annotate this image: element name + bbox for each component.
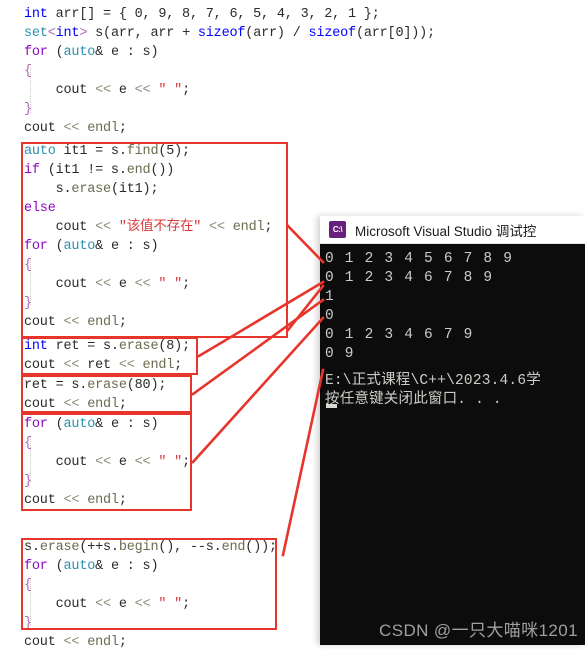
code-line[interactable]: cout << endl; (24, 316, 127, 330)
code-line[interactable]: for (auto& e : s) (24, 560, 159, 574)
code-line[interactable]: cout << endl; (24, 122, 127, 136)
code-line[interactable]: set<int> s(arr, arr + sizeof(arr) / size… (24, 27, 435, 41)
console-prompt-line: 按任意键关闭此窗口. . . (325, 392, 502, 408)
code-line[interactable]: { (24, 579, 32, 593)
code-editor-pane[interactable]: int arr[] = { 0, 9, 8, 7, 6, 5, 4, 3, 2,… (0, 0, 435, 650)
console-line: 0 9 (325, 346, 355, 362)
code-line[interactable]: cout << e << " "; (24, 84, 191, 98)
code-line[interactable]: { (24, 65, 32, 79)
console-title-text: Microsoft Visual Studio 调试控 (355, 223, 537, 239)
code-line[interactable]: cout << endl; (24, 398, 127, 412)
console-output-area[interactable]: 0 1 2 3 4 5 6 7 8 9 0 1 2 3 4 6 7 8 9 1 … (320, 244, 585, 645)
code-line[interactable]: } (24, 475, 32, 489)
code-line[interactable]: s.erase(it1); (24, 183, 159, 197)
code-line[interactable]: { (24, 259, 32, 273)
visual-studio-console-icon: C:\ (329, 221, 346, 238)
code-line[interactable]: for (auto& e : s) (24, 418, 159, 432)
code-line[interactable]: auto it1 = s.find(5); (24, 145, 190, 159)
console-line: 0 1 2 3 4 5 6 7 8 9 (325, 251, 514, 267)
code-line[interactable]: { (24, 437, 32, 451)
code-line[interactable]: else (24, 202, 56, 216)
console-line: 0 1 2 3 4 6 7 9 (325, 327, 474, 343)
code-line[interactable]: for (auto& e : s) (24, 46, 159, 60)
code-line[interactable]: cout << e << " "; (24, 598, 191, 612)
code-line[interactable]: s.erase(++s.begin(), --s.end()); (24, 541, 277, 555)
code-line[interactable]: } (24, 297, 32, 311)
csdn-watermark: CSDN @一只大喵咪1201 (379, 621, 578, 640)
code-line[interactable]: } (24, 103, 32, 117)
code-line[interactable]: cout << ret << endl; (24, 359, 182, 373)
code-line[interactable]: ret = s.erase(80); (24, 379, 166, 393)
console-line: 0 1 2 3 4 6 7 8 9 (325, 270, 494, 286)
code-line[interactable]: int arr[] = { 0, 9, 8, 7, 6, 5, 4, 3, 2,… (24, 8, 380, 22)
code-line[interactable]: for (auto& e : s) (24, 240, 159, 254)
console-line: 0 (325, 308, 335, 324)
console-title-bar[interactable]: C:\ Microsoft Visual Studio 调试控 (320, 216, 585, 244)
code-line[interactable]: cout << endl; (24, 494, 127, 508)
code-line[interactable]: if (it1 != s.end()) (24, 164, 174, 178)
code-line[interactable]: cout << endl; (24, 636, 127, 650)
code-line[interactable]: } (24, 617, 32, 631)
console-path-line: E:\正式课程\C++\2023.4.6学 (325, 373, 541, 389)
console-cursor (326, 404, 337, 408)
screenshot-root: int arr[] = { 0, 9, 8, 7, 6, 5, 4, 3, 2,… (0, 0, 585, 650)
code-line[interactable]: cout << e << " "; (24, 456, 191, 470)
console-line: 1 (325, 289, 335, 305)
code-line[interactable]: cout << e << " "; (24, 278, 191, 292)
debug-console-window[interactable]: C:\ Microsoft Visual Studio 调试控 0 1 2 3 … (320, 216, 585, 645)
code-line[interactable]: int ret = s.erase(8); (24, 340, 190, 354)
code-line[interactable]: cout << "该值不存在" << endl; (24, 221, 273, 235)
